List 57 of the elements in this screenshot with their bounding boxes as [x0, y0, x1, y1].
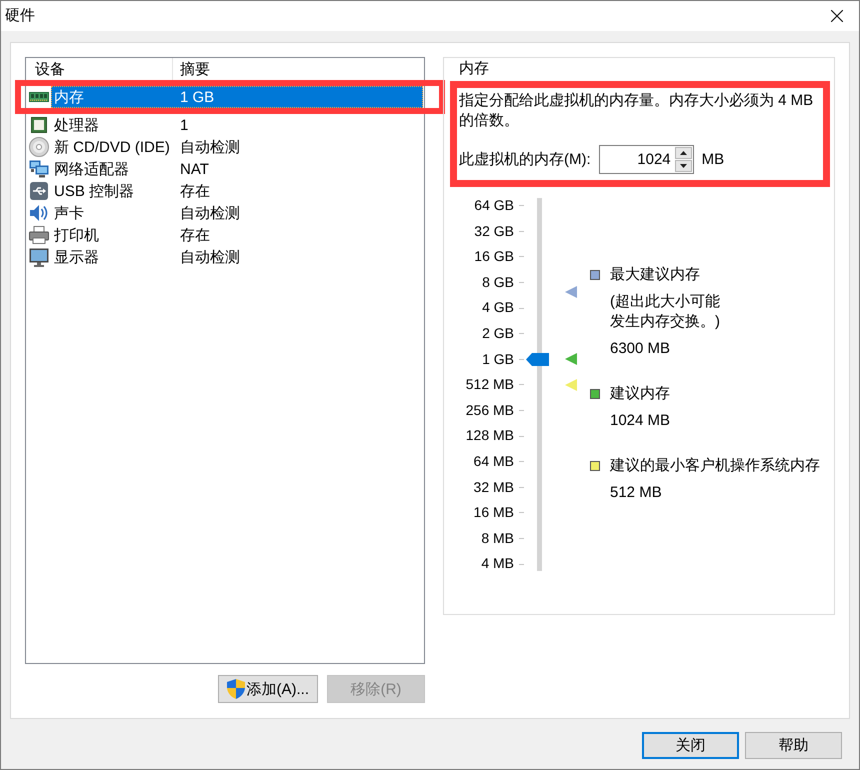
- legend-label: 建议内存: [610, 384, 670, 404]
- memory-description: 指定分配给此虚拟机的内存量。内存大小必须为 4 MB 的倍数。: [459, 91, 814, 131]
- close-dialog-button[interactable]: 关闭: [642, 732, 739, 759]
- device-list-item[interactable]: 网络适配器 NAT: [51, 158, 423, 180]
- close-icon: [831, 10, 843, 22]
- column-header[interactable]: 设备: [27, 58, 173, 80]
- network-computers-icon: [29, 160, 49, 178]
- device-name: 新 CD/DVD (IDE): [54, 138, 171, 156]
- legend-label: 最大建议内存: [610, 265, 700, 285]
- device-list-item[interactable]: 内存 1 GB: [51, 86, 423, 108]
- device-list-item[interactable]: 新 CD/DVD (IDE) 自动检测: [51, 136, 423, 158]
- caret-down-icon: [680, 164, 687, 168]
- device-summary: 存在: [180, 182, 210, 200]
- device-name: 网络适配器: [54, 160, 130, 178]
- legend-value: 6300 MB: [610, 339, 672, 359]
- memory-spinbox[interactable]: 1024: [598, 145, 694, 174]
- device-list-item[interactable]: 处理器 1: [51, 114, 423, 136]
- device-name: USB 控制器: [54, 182, 136, 200]
- spin-down-button[interactable]: [674, 160, 692, 172]
- legend-value: 1024 MB: [610, 411, 672, 431]
- memory-module-icon: [29, 92, 49, 102]
- slider-thumb[interactable]: [526, 352, 549, 366]
- device-list-item[interactable]: 显示器 自动检测: [51, 246, 423, 268]
- device-summary: 存在: [180, 226, 210, 244]
- legend-value: 512 MB: [610, 483, 663, 503]
- unit-label: MB: [702, 151, 724, 168]
- help-button[interactable]: 帮助: [745, 732, 842, 759]
- device-summary: 自动检测: [180, 138, 240, 156]
- legend-label: 建议的最小客户机操作系统内存: [610, 456, 820, 476]
- device-name: 打印机: [54, 226, 100, 244]
- legend-note: (超出此大小可能发生内存交换。): [610, 292, 721, 332]
- device-name: 内存: [54, 88, 85, 106]
- window-title: 硬件: [5, 6, 35, 26]
- device-summary: 自动检测: [180, 204, 240, 222]
- speaker-icon: [30, 203, 48, 223]
- group-title: 内存: [459, 59, 490, 79]
- usb-icon: [30, 182, 48, 200]
- memory-field-label: 此虚拟机的内存(M):: [459, 150, 591, 169]
- device-summary: 1: [180, 116, 188, 134]
- disc-icon: [29, 137, 49, 157]
- chip-icon: [31, 117, 47, 133]
- printer-icon: [29, 226, 49, 244]
- monitor-icon: [29, 248, 49, 266]
- device-summary: NAT: [180, 160, 209, 178]
- spin-up-button[interactable]: [674, 147, 692, 159]
- device-list-item[interactable]: 打印机 存在: [51, 224, 423, 246]
- device-name: 声卡: [54, 204, 85, 222]
- device-list-item[interactable]: 声卡 自动检测: [51, 202, 423, 224]
- device-name: 显示器: [54, 248, 100, 266]
- column-header[interactable]: 摘要: [173, 58, 210, 80]
- device-name: 处理器: [54, 116, 100, 134]
- device-list-item[interactable]: USB 控制器 存在: [51, 180, 423, 202]
- device-summary: 自动检测: [180, 248, 240, 266]
- add-button[interactable]: 添加(A)...: [218, 675, 318, 703]
- shield-icon: [226, 679, 244, 699]
- caret-up-icon: [680, 151, 687, 155]
- device-summary: 1 GB: [180, 88, 214, 106]
